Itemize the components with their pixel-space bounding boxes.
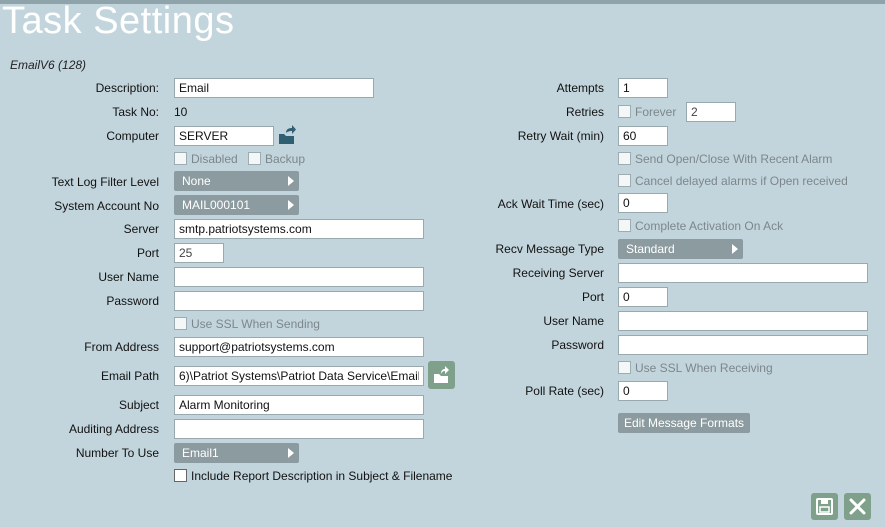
recv-password-label: Password xyxy=(551,338,604,352)
auditing-address-input[interactable] xyxy=(174,419,424,439)
text-log-filter-label: Text Log Filter Level xyxy=(51,175,159,189)
recv-user-name-label: User Name xyxy=(543,314,604,328)
retries-label: Retries xyxy=(565,105,604,119)
backup-checkbox[interactable] xyxy=(248,152,261,165)
use-ssl-receiving-checkbox[interactable] xyxy=(618,361,631,374)
number-to-use-select[interactable]: Email1 xyxy=(174,443,299,463)
use-ssl-receiving-label: Use SSL When Receiving xyxy=(635,361,773,375)
from-address-label: From Address xyxy=(84,340,159,354)
subject-input[interactable] xyxy=(174,395,424,415)
forever-label: Forever xyxy=(635,105,677,119)
password-label: Password xyxy=(106,294,159,308)
disabled-label: Disabled xyxy=(191,152,238,166)
text-log-filter-value: None xyxy=(182,174,211,188)
edit-message-formats-button[interactable]: Edit Message Formats xyxy=(618,413,751,433)
recv-port-label: Port xyxy=(581,290,604,304)
from-address-input[interactable] xyxy=(174,337,424,357)
poll-rate-input[interactable] xyxy=(618,381,668,401)
email-path-input[interactable] xyxy=(174,366,424,386)
email-path-label: Email Path xyxy=(100,369,159,383)
task-type-label: EmailV6 (128) xyxy=(10,58,87,72)
recv-user-name-input[interactable] xyxy=(618,311,868,331)
use-ssl-sending-checkbox[interactable] xyxy=(174,317,187,330)
receiving-server-label: Receiving Server xyxy=(512,266,604,280)
complete-activation-checkbox[interactable] xyxy=(618,219,631,232)
caret-right-icon xyxy=(288,176,294,186)
computer-label: Computer xyxy=(106,129,159,143)
folder-arrow-icon[interactable] xyxy=(277,124,297,146)
port-input[interactable] xyxy=(174,243,224,263)
task-no-value: 10 xyxy=(174,105,188,119)
server-label: Server xyxy=(123,222,159,236)
poll-rate-label: Poll Rate (sec) xyxy=(525,384,604,398)
recv-message-type-select[interactable]: Standard xyxy=(618,239,743,259)
subject-label: Subject xyxy=(118,398,159,412)
caret-right-icon xyxy=(288,200,294,210)
attempts-input[interactable] xyxy=(618,78,668,98)
page-title: Task Settings xyxy=(2,0,235,42)
save-icon[interactable] xyxy=(811,493,838,520)
text-log-filter-select[interactable]: None xyxy=(174,171,299,191)
caret-right-icon xyxy=(288,448,294,458)
recv-message-type-value: Standard xyxy=(626,242,675,256)
recv-password-input[interactable] xyxy=(618,335,868,355)
retry-wait-label: Retry Wait (min) xyxy=(517,129,604,143)
task-no-label: Task No: xyxy=(112,105,159,119)
disabled-checkbox[interactable] xyxy=(174,152,187,165)
retry-wait-input[interactable] xyxy=(618,126,668,146)
server-input[interactable] xyxy=(174,219,424,239)
system-account-value: MAIL000101 xyxy=(182,198,251,212)
system-account-label: System Account No xyxy=(54,199,159,213)
retries-input[interactable] xyxy=(686,102,736,122)
port-label: Port xyxy=(136,246,159,260)
receiving-server-input[interactable] xyxy=(618,263,868,283)
password-input[interactable] xyxy=(174,291,424,311)
cancel-delayed-checkbox[interactable] xyxy=(618,174,631,187)
recv-port-input[interactable] xyxy=(618,287,668,307)
complete-activation-label: Complete Activation On Ack xyxy=(635,219,784,233)
auditing-address-label: Auditing Address xyxy=(68,422,159,436)
description-label: Description: xyxy=(95,81,159,95)
send-open-close-label: Send Open/Close With Recent Alarm xyxy=(635,152,833,166)
system-account-select[interactable]: MAIL000101 xyxy=(174,195,299,215)
attempts-label: Attempts xyxy=(556,81,604,95)
user-name-label: User Name xyxy=(98,270,159,284)
description-input[interactable] xyxy=(174,78,374,98)
computer-input[interactable] xyxy=(174,126,274,146)
close-icon[interactable] xyxy=(844,493,871,520)
caret-right-icon xyxy=(732,244,738,254)
number-to-use-label: Number To Use xyxy=(75,446,159,460)
recv-message-type-label: Recv Message Type xyxy=(495,242,605,256)
ack-wait-input[interactable] xyxy=(618,193,668,213)
ack-wait-label: Ack Wait Time (sec) xyxy=(497,197,604,211)
user-name-input[interactable] xyxy=(174,267,424,287)
number-to-use-value: Email1 xyxy=(182,446,219,460)
use-ssl-sending-label: Use SSL When Sending xyxy=(191,317,320,331)
include-report-label: Include Report Description in Subject & … xyxy=(191,469,453,483)
send-open-close-checkbox[interactable] xyxy=(618,152,631,165)
forever-checkbox[interactable] xyxy=(618,105,631,118)
cancel-delayed-label: Cancel delayed alarms if Open received xyxy=(635,174,848,188)
include-report-checkbox[interactable] xyxy=(174,469,187,482)
backup-label: Backup xyxy=(265,152,306,166)
